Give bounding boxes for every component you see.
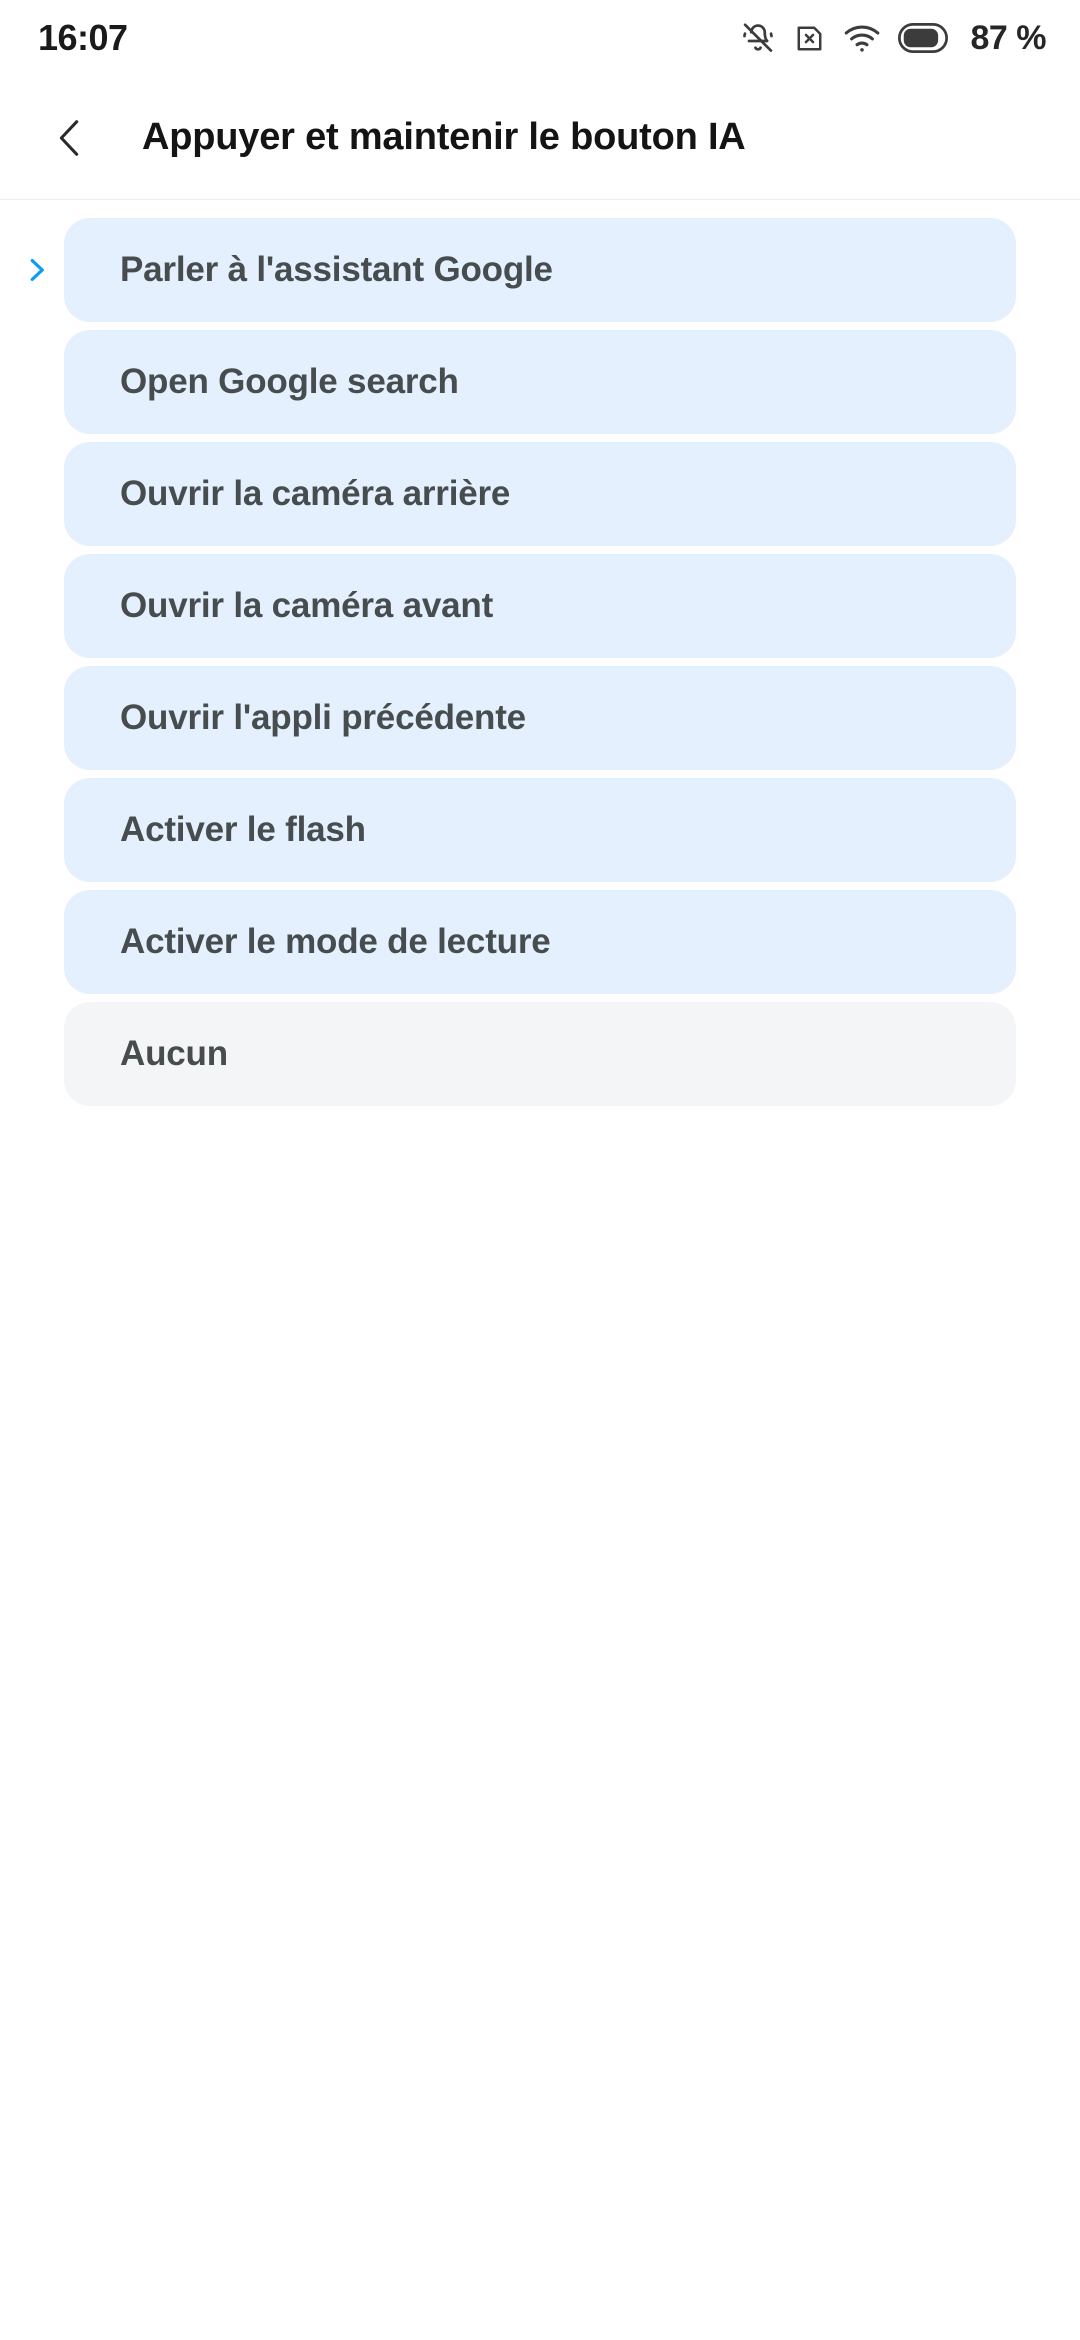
list-item: Ouvrir l'appli précédente (0, 662, 1080, 774)
chevron-right-icon (21, 367, 51, 397)
list-item: Parler à l'assistant Google (0, 214, 1080, 326)
option-activer-mode-lecture[interactable]: Activer le mode de lecture (64, 890, 1016, 994)
option-label: Activer le mode de lecture (120, 922, 551, 961)
option-ouvrir-camera-avant[interactable]: Ouvrir la caméra avant (64, 554, 1016, 658)
option-parler-assistant-google[interactable]: Parler à l'assistant Google (64, 218, 1016, 322)
option-activer-flash[interactable]: Activer le flash (64, 778, 1016, 882)
wifi-icon (843, 21, 881, 55)
sim-card-missing-icon (793, 22, 826, 55)
option-label: Ouvrir l'appli précédente (120, 698, 526, 737)
option-ouvrir-appli-precedente[interactable]: Ouvrir l'appli précédente (64, 666, 1016, 770)
list-item: Aucun (0, 998, 1080, 1110)
chevron-right-icon (21, 703, 51, 733)
list-item: Open Google search (0, 326, 1080, 438)
selected-marker (14, 998, 58, 1110)
selected-marker (14, 886, 58, 998)
page-title: Appuyer et maintenir le bouton IA (142, 116, 746, 158)
option-label: Open Google search (120, 362, 459, 401)
option-ouvrir-camera-arriere[interactable]: Ouvrir la caméra arrière (64, 442, 1016, 546)
selected-marker (14, 326, 58, 438)
option-label: Ouvrir la caméra arrière (120, 474, 511, 513)
battery-icon (897, 23, 948, 53)
option-label: Activer le flash (120, 810, 366, 849)
status-bar: 16:07 87 % (0, 0, 1080, 76)
selected-marker (14, 774, 58, 886)
chevron-left-icon (47, 115, 93, 161)
selected-marker (14, 662, 58, 774)
list-item: Activer le flash (0, 774, 1080, 886)
option-open-google-search[interactable]: Open Google search (64, 330, 1016, 434)
list-item: Ouvrir la caméra arrière (0, 438, 1080, 550)
app-bar: Appuyer et maintenir le bouton IA (0, 76, 1080, 200)
option-list: Parler à l'assistant Google Open Google … (0, 200, 1080, 1110)
option-label: Ouvrir la caméra avant (120, 586, 494, 625)
option-label: Parler à l'assistant Google (120, 250, 553, 289)
back-button[interactable] (22, 90, 118, 186)
chevron-right-icon (21, 255, 51, 285)
status-bar-icons: 87 % (740, 18, 1047, 58)
chevron-right-icon (21, 1039, 51, 1069)
selected-marker (14, 550, 58, 662)
option-aucun[interactable]: Aucun (64, 1002, 1016, 1106)
chevron-right-icon (21, 815, 51, 845)
chevron-right-icon (21, 591, 51, 621)
list-item: Ouvrir la caméra avant (0, 550, 1080, 662)
chevron-right-icon (21, 479, 51, 509)
selected-marker (14, 214, 58, 326)
option-label: Aucun (120, 1034, 228, 1073)
selected-marker (14, 438, 58, 550)
list-item: Activer le mode de lecture (0, 886, 1080, 998)
chevron-right-icon (21, 927, 51, 957)
battery-percent-label: 87 % (970, 18, 1047, 57)
status-bar-clock: 16:07 (38, 17, 128, 58)
bell-muted-icon (740, 20, 776, 56)
